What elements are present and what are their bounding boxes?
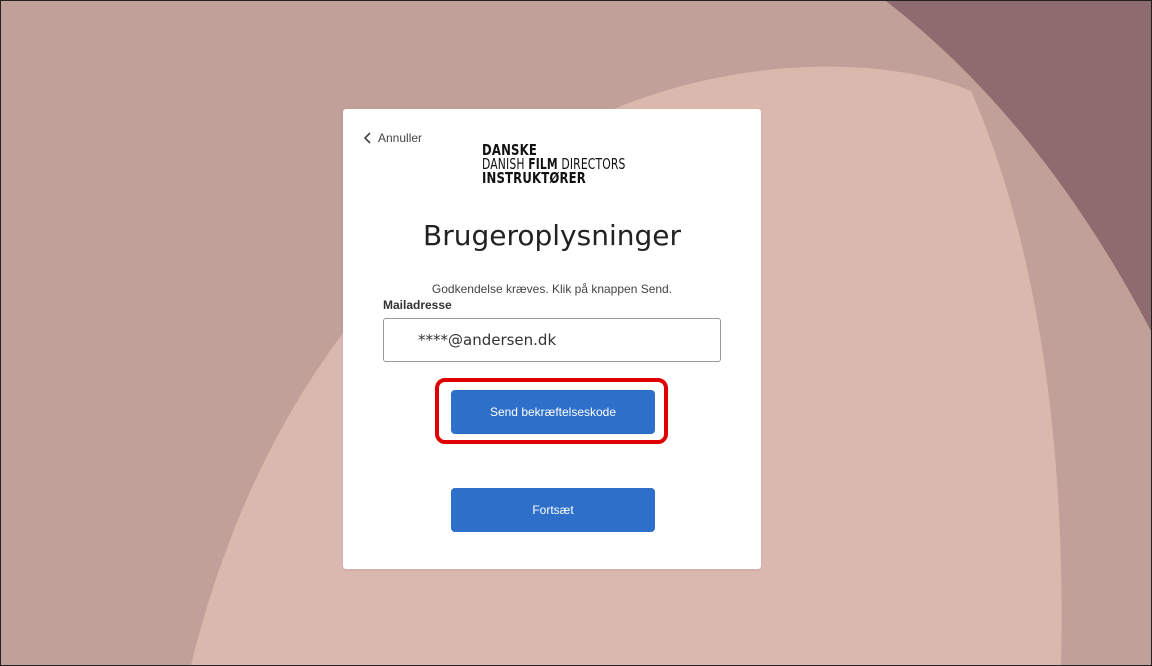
email-label: Mailadresse	[383, 298, 452, 312]
logo-line-3: INSTRUKTØRER	[482, 169, 586, 187]
danske-filminstruktorer-logo: DANSKE DANISH FILM DIRECTORS INSTRUKTØRE…	[482, 143, 632, 201]
page-title: Brugeroplysninger	[423, 219, 681, 252]
cancel-link[interactable]: Annuller	[363, 131, 422, 145]
email-field[interactable]	[383, 318, 721, 362]
page-viewport: Annuller DANSKE DANISH FILM DIRECTORS IN…	[0, 0, 1152, 666]
continue-button[interactable]: Fortsæt	[451, 488, 655, 532]
intro-text: Godkendelse kræves. Klik på knappen Send…	[431, 282, 673, 296]
chevron-left-icon	[363, 132, 371, 144]
cancel-label: Annuller	[378, 131, 423, 145]
login-card: Annuller DANSKE DANISH FILM DIRECTORS IN…	[343, 109, 761, 569]
send-verification-code-button[interactable]: Send bekræftelseskode	[451, 390, 655, 434]
